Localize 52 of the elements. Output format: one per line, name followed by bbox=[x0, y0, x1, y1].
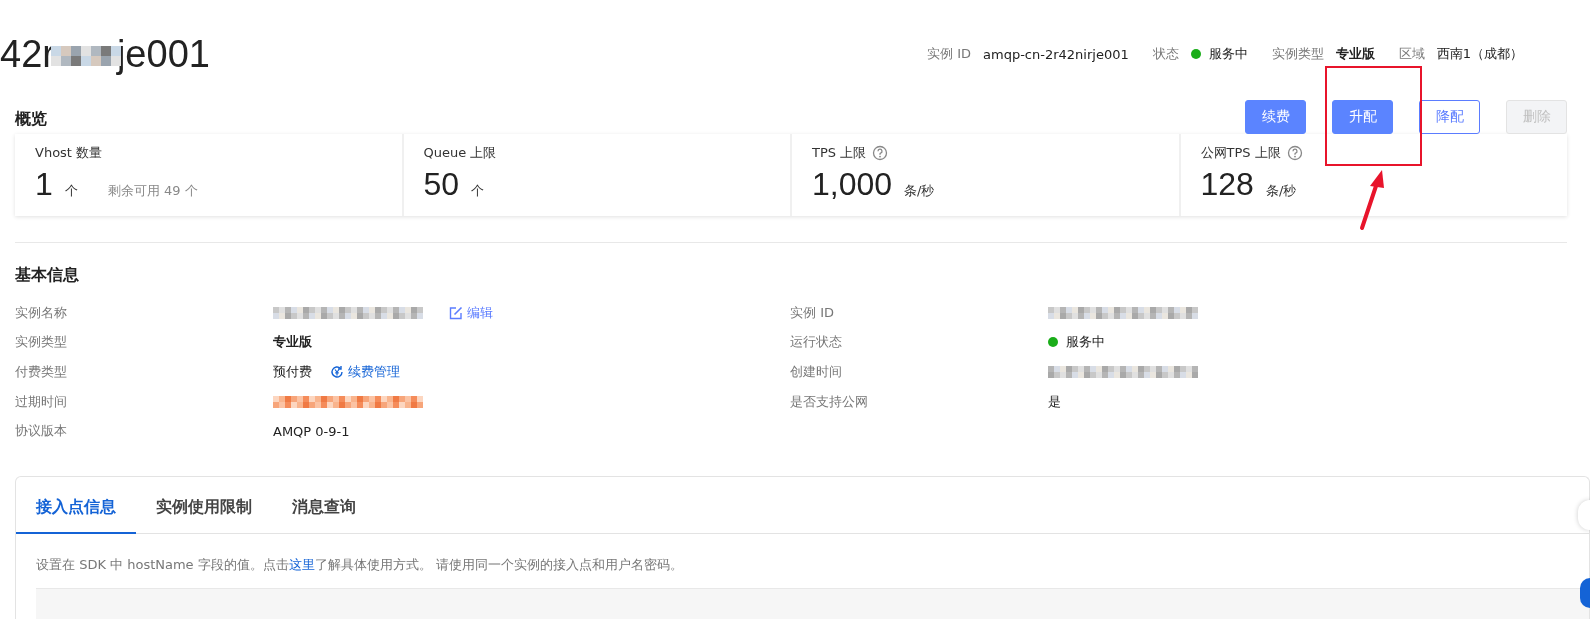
stat-value: 128 bbox=[1200, 166, 1254, 203]
tab[interactable]: 消息查询 bbox=[272, 496, 376, 534]
meta-value: 服务中 bbox=[1208, 45, 1248, 63]
field-label: 运行状态 bbox=[790, 333, 843, 352]
meta-value: 专业版 bbox=[1335, 45, 1375, 63]
field-label: 实例名称 bbox=[15, 303, 68, 322]
field-value: 服务中 bbox=[1066, 333, 1105, 352]
meta-label: 区域 bbox=[1398, 45, 1425, 63]
action-button[interactable]: 升配 bbox=[1332, 100, 1393, 134]
stat-value: 1 bbox=[35, 166, 53, 203]
field-value: AMQP 0-9-1 bbox=[273, 423, 350, 439]
meta-label: 实例类型 bbox=[1271, 45, 1324, 63]
stat-label: Vhost 数量 bbox=[35, 144, 103, 162]
meta-label: 实例 ID bbox=[927, 45, 972, 63]
stat-unit: 个 bbox=[471, 182, 485, 200]
field-value: 是 bbox=[1048, 392, 1061, 411]
stat-unit: 个 bbox=[64, 182, 78, 200]
field-label: 创建时间 bbox=[790, 363, 843, 381]
description-text: 设置在 SDK 中 hostName 字段的值。点击这里了解具体使用方式。 请使用同一个实例的接入点和用户名密码。 bbox=[36, 555, 684, 574]
stat-label: Queue 上限 bbox=[423, 144, 497, 162]
field-label: 是否支持公网 bbox=[790, 392, 869, 411]
action-button[interactable]: 续费 bbox=[1245, 100, 1306, 134]
field-label: 付费类型 bbox=[15, 363, 68, 381]
tab[interactable]: 接入点信息 bbox=[16, 496, 136, 534]
floating-button[interactable] bbox=[1580, 578, 1590, 608]
stat-note: 剩余可用 49 个 bbox=[107, 182, 198, 200]
stat-label: 公网TPS 上限 bbox=[1200, 144, 1281, 162]
action-link[interactable]: 续费管理 bbox=[330, 363, 400, 381]
section-title: 基本信息 bbox=[15, 265, 80, 286]
instance-title: je001 bbox=[116, 32, 210, 76]
section-title: 概览 bbox=[15, 109, 47, 130]
action-link[interactable]: 编辑 bbox=[449, 303, 493, 322]
field-value: 专业版 bbox=[273, 333, 312, 352]
instance-title: 42r bbox=[0, 32, 55, 76]
stat-label: TPS 上限 bbox=[812, 144, 867, 162]
stat-unit: 条/秒 bbox=[904, 182, 935, 200]
currency-cycle-icon bbox=[330, 365, 344, 379]
field-value: 预付费 bbox=[273, 363, 312, 381]
tab[interactable]: 实例使用限制 bbox=[136, 496, 272, 534]
edit-icon bbox=[449, 305, 463, 320]
stat-value: 1,000 bbox=[812, 166, 893, 203]
meta-value: amqp-cn-2r42nirje001 bbox=[983, 46, 1129, 62]
action-button[interactable]: 降配 bbox=[1419, 100, 1480, 134]
meta-value: 西南1（成都） bbox=[1436, 45, 1523, 63]
field-label: 实例类型 bbox=[15, 333, 68, 352]
meta-label: 状态 bbox=[1152, 45, 1179, 63]
stat-value: 50 bbox=[423, 166, 460, 203]
field-label: 实例 ID bbox=[790, 303, 835, 322]
field-label: 协议版本 bbox=[15, 422, 68, 441]
field-label: 过期时间 bbox=[15, 392, 68, 411]
stat-unit: 条/秒 bbox=[1265, 182, 1297, 200]
help-link[interactable]: 这里 bbox=[288, 556, 315, 572]
